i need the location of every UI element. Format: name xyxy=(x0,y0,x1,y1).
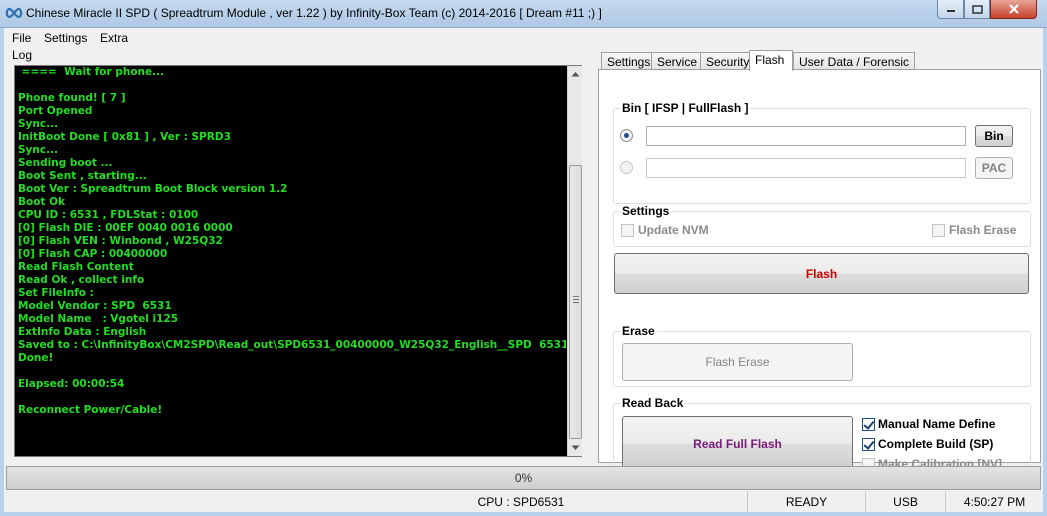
title-bar: Chinese Miracle II SPD ( Spreadtrum Modu… xyxy=(0,0,1047,28)
log-line: Done! xyxy=(18,352,54,364)
log-line: Phone found! [ 7 ] xyxy=(18,92,126,104)
pac-path-input[interactable] xyxy=(646,158,966,178)
tab-flash[interactable]: Flash xyxy=(749,50,793,71)
log-line: Boot Ok xyxy=(18,196,66,208)
log-line: Boot Ver : Spreadtrum Boot Block version… xyxy=(18,183,288,195)
log-label: Log xyxy=(12,48,33,62)
flash-erase-checkbox[interactable] xyxy=(932,224,945,237)
bin-path-input[interactable] xyxy=(646,126,966,146)
pac-radio[interactable] xyxy=(620,161,633,174)
bin-group: Bin [ IFSP | FullFlash ] Bin PAC xyxy=(613,101,1031,204)
tab-security[interactable]: Security xyxy=(700,52,756,70)
progress-text: 0% xyxy=(514,471,533,485)
log-line: Set FileInfo : xyxy=(18,287,94,299)
close-button[interactable] xyxy=(990,0,1037,19)
maximize-button[interactable] xyxy=(964,0,990,19)
log-line: Elapsed: 00:00:54 xyxy=(18,378,125,390)
flash-erase-checkbox-label: Flash Erase xyxy=(949,223,1017,237)
read-back-group-title: Read Back xyxy=(620,396,686,410)
tab-settings[interactable]: Settings xyxy=(601,52,657,70)
log-line: Sending boot ... xyxy=(18,157,113,169)
minimize-button[interactable] xyxy=(937,0,964,19)
log-line: Read Ok , collect info xyxy=(18,274,145,286)
settings-group: Settings Update NVM Flash Erase xyxy=(613,204,1031,247)
menu-settings[interactable]: Settings xyxy=(44,31,87,45)
bin-radio[interactable] xyxy=(620,129,633,142)
log-line: Model Name : Vgotel i125 xyxy=(18,313,179,325)
log-line: Read Flash Content xyxy=(18,261,134,273)
log-line: [0] Flash DIE : 00EF 0040 0016 0000 xyxy=(18,222,233,234)
log-line: Saved to : C:\InfinityBox\CM2SPD\Read_ou… xyxy=(18,339,566,351)
chevron-up-icon xyxy=(571,72,580,77)
erase-group-title: Erase xyxy=(620,324,657,338)
status-cpu: CPU : SPD6531 xyxy=(477,495,565,509)
log-line: [0] Flash CAP : 00400000 xyxy=(18,248,168,260)
manual-name-define-label: Manual Name Define xyxy=(878,417,996,431)
menu-file[interactable]: File xyxy=(12,31,31,45)
flash-tab-panel: Bin [ IFSP | FullFlash ] Bin PAC Setting… xyxy=(598,69,1041,475)
bin-button[interactable]: Bin xyxy=(975,125,1013,147)
pac-button[interactable]: PAC xyxy=(975,157,1013,179)
log-output[interactable]: ==== Wait for phone... Phone found! [ 7 ]… xyxy=(14,65,582,457)
main-window: File Settings Extra Log ==== Wait for ph… xyxy=(4,28,1043,512)
flash-button[interactable]: Flash xyxy=(614,253,1029,294)
log-line: [0] Flash VEN : Winbond , W25Q32 xyxy=(18,235,223,247)
manual-name-define-checkbox[interactable] xyxy=(862,418,875,431)
log-line: ExtInfo Data : English xyxy=(18,326,147,338)
close-icon xyxy=(1008,4,1019,14)
status-time: 4:50:27 PM xyxy=(945,491,1043,512)
maximize-icon xyxy=(971,4,983,14)
log-line: Port Opened xyxy=(18,105,93,117)
scroll-down-button[interactable] xyxy=(568,440,583,456)
log-line: Boot Sent , starting... xyxy=(18,170,147,182)
settings-group-title: Settings xyxy=(620,204,672,218)
log-line: Reconnect Power/Cable! xyxy=(18,404,163,416)
grip-icon xyxy=(573,296,579,303)
log-line: ==== Wait for phone... xyxy=(18,66,165,78)
log-text: ==== Wait for phone... Phone found! [ 7 ]… xyxy=(18,66,566,456)
update-nvm-label: Update NVM xyxy=(638,223,709,237)
chevron-down-icon xyxy=(571,445,580,450)
erase-group: Erase Flash Erase xyxy=(613,324,1031,387)
log-line: Sync... xyxy=(18,118,59,130)
menu-bar: File Settings Extra xyxy=(4,28,1043,48)
log-line: Model Vendor : SPD 6531 xyxy=(18,300,172,312)
tab-user-data-forensic[interactable]: User Data / Forensic xyxy=(793,52,916,70)
update-nvm-checkbox[interactable] xyxy=(621,224,634,237)
log-line: CPU ID : 6531 , FDLStat : 0100 xyxy=(18,209,199,221)
menu-extra[interactable]: Extra xyxy=(100,31,128,45)
read-full-flash-button[interactable]: Read Full Flash xyxy=(622,416,853,471)
tab-service[interactable]: Service xyxy=(651,52,704,70)
window-title: Chinese Miracle II SPD ( Spreadtrum Modu… xyxy=(26,6,602,20)
log-line: InitBoot Done [ 0x81 ] , Ver : SPRD3 xyxy=(18,131,231,143)
status-ready: READY xyxy=(747,491,865,512)
log-scrollbar[interactable] xyxy=(567,66,582,456)
flash-erase-button[interactable]: Flash Erase xyxy=(622,343,853,381)
scroll-thumb[interactable] xyxy=(569,165,582,439)
progress-bar: 0% xyxy=(6,466,1041,490)
complete-build-label: Complete Build (SP) xyxy=(878,437,994,451)
read-back-group: Read Back Read Full Flash Manual Name De… xyxy=(613,396,1031,475)
scroll-up-button[interactable] xyxy=(568,66,583,82)
bin-group-title: Bin [ IFSP | FullFlash ] xyxy=(620,101,751,115)
complete-build-checkbox[interactable] xyxy=(862,438,875,451)
status-port: USB xyxy=(865,491,945,512)
infinity-icon xyxy=(5,7,23,19)
minimize-icon xyxy=(946,10,955,12)
status-bar: CPU : SPD6531 READY USB 4:50:27 PM xyxy=(4,491,1043,512)
log-line: Sync... xyxy=(18,144,59,156)
